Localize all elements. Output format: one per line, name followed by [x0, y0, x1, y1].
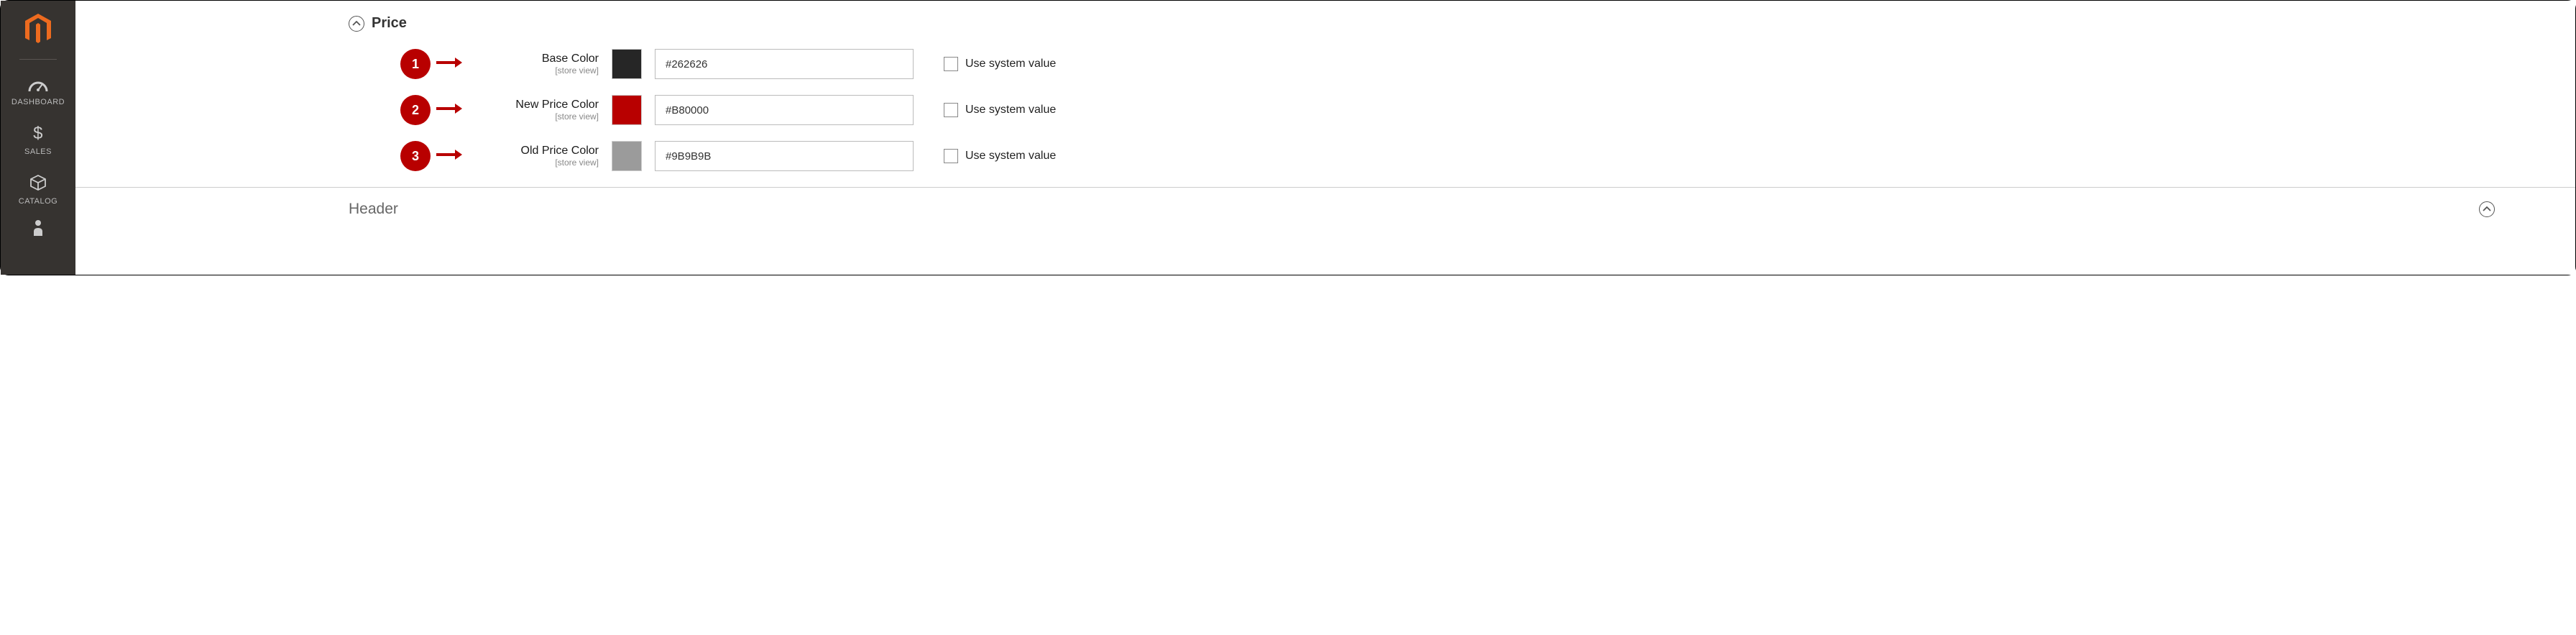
- color-swatch-new-price[interactable]: [612, 95, 642, 125]
- admin-sidebar: DASHBOARD $ SALES CATALOG: [1, 1, 75, 275]
- magento-logo[interactable]: [23, 8, 53, 59]
- base-color-input[interactable]: [655, 49, 914, 79]
- field-row-new-price-color: 2 New Price Color [store view] Use syste…: [349, 95, 2532, 125]
- arrow-right-icon: [436, 102, 464, 119]
- use-system-value-checkbox[interactable]: [944, 149, 958, 163]
- field-label: Old Price Color: [521, 145, 599, 157]
- color-swatch-old-price[interactable]: [612, 141, 642, 171]
- use-system-value-checkbox[interactable]: [944, 103, 958, 117]
- sidebar-divider: [19, 59, 57, 60]
- annotation-badge-3: 3: [400, 141, 431, 171]
- main-content: Price 1 Base Color [store view] Use syst…: [75, 1, 2575, 275]
- sidebar-item-label: SALES: [24, 147, 52, 156]
- chevron-up-icon: [2483, 206, 2491, 212]
- gauge-icon: [28, 78, 48, 95]
- use-system-value-label: Use system value: [965, 150, 1056, 163]
- color-swatch-base[interactable]: [612, 49, 642, 79]
- field-row-base-color: 1 Base Color [store view] Use system val…: [349, 49, 2532, 79]
- field-label: New Price Color: [515, 99, 599, 111]
- sidebar-item-label: CATALOG: [19, 197, 58, 206]
- field-label: Base Color: [542, 52, 599, 65]
- collapse-toggle-price[interactable]: [349, 16, 364, 32]
- sidebar-item-sales[interactable]: $ SALES: [1, 117, 75, 166]
- dollar-icon: $: [32, 124, 44, 145]
- sidebar-item-label: DASHBOARD: [12, 98, 65, 106]
- section-title: Price: [372, 15, 407, 32]
- sidebar-item-dashboard[interactable]: DASHBOARD: [1, 71, 75, 117]
- arrow-right-icon: [436, 148, 464, 165]
- section-header-header[interactable]: Header: [75, 201, 2532, 218]
- arrow-right-icon: [436, 56, 464, 73]
- field-row-old-price-color: 3 Old Price Color [store view] Use syste…: [349, 141, 2532, 171]
- annotation-badge-1: 1: [400, 49, 431, 79]
- collapse-toggle-header[interactable]: [2479, 201, 2495, 217]
- field-scope: [store view]: [555, 157, 599, 168]
- field-scope: [store view]: [555, 111, 599, 122]
- old-price-color-input[interactable]: [655, 141, 914, 171]
- annotation-badge-2: 2: [400, 95, 431, 125]
- section-divider: [75, 187, 2575, 188]
- use-system-value-checkbox[interactable]: [944, 57, 958, 71]
- chevron-up-icon: [352, 21, 361, 27]
- sidebar-item-catalog[interactable]: CATALOG: [1, 166, 75, 216]
- svg-text:$: $: [33, 124, 43, 142]
- new-price-color-input[interactable]: [655, 95, 914, 125]
- field-scope: [store view]: [555, 65, 599, 76]
- use-system-value-label: Use system value: [965, 58, 1056, 70]
- section-price-header: Price: [349, 15, 2532, 32]
- person-icon: [32, 219, 45, 238]
- cube-icon: [29, 173, 47, 194]
- sidebar-item-customers[interactable]: [1, 216, 75, 251]
- section-title: Header: [349, 201, 398, 218]
- use-system-value-label: Use system value: [965, 104, 1056, 117]
